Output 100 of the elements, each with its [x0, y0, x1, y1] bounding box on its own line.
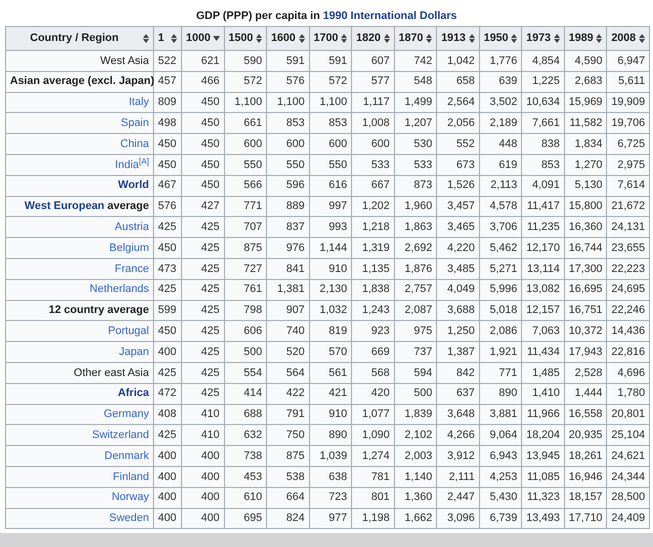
table-cell: 400	[182, 446, 224, 466]
column-header[interactable]: 1000	[182, 26, 224, 50]
table-cell: 695	[224, 508, 267, 529]
row-link[interactable]: Finland	[112, 470, 149, 483]
row-link[interactable]: Belgium	[109, 242, 149, 254]
table-cell: 538	[266, 466, 310, 488]
column-header[interactable]: 1913	[436, 26, 480, 50]
table-cell: 2,130	[309, 279, 352, 300]
row-link[interactable]: World	[118, 179, 149, 192]
sort-icon[interactable]	[256, 34, 262, 43]
row-link[interactable]: Austria	[114, 221, 149, 234]
sort-icon[interactable]	[468, 34, 475, 43]
table-cell: 5,271	[479, 258, 522, 280]
column-header[interactable]: 1600	[266, 26, 310, 50]
table-cell: 425	[182, 362, 224, 384]
table-cell: 13,114	[522, 258, 564, 280]
table-cell: 566	[224, 175, 267, 196]
table-cell: 425	[154, 362, 182, 384]
row-link[interactable]: China	[120, 138, 149, 150]
table-cell: 875	[224, 238, 267, 258]
table-cell: 400	[182, 508, 224, 529]
row-link[interactable]: Japan	[119, 346, 149, 358]
table-cell: 2,003	[394, 446, 437, 466]
table-cell: 18,261	[564, 446, 607, 466]
table-cell: 564	[266, 362, 310, 384]
table-cell: 742	[394, 50, 437, 72]
table-cell: 18,157	[564, 487, 607, 508]
column-header[interactable]: 1700	[309, 26, 352, 50]
table-cell: 577	[352, 71, 394, 92]
horizontal-scrollbar[interactable]	[0, 533, 653, 547]
table-cell: 16,695	[564, 279, 607, 300]
row-link[interactable]: Norway	[112, 491, 149, 504]
table-cell: 1,838	[352, 279, 394, 300]
row-label: 12 country average	[48, 304, 149, 316]
sort-icon[interactable]	[143, 34, 149, 43]
row-link[interactable]: Switzerland	[92, 428, 149, 441]
table-cell: 1,144	[309, 238, 352, 258]
row-link[interactable]: Denmark	[104, 450, 149, 462]
column-header[interactable]: 1500	[224, 26, 267, 50]
table-cell: 522	[154, 50, 182, 72]
table-cell: 2,113	[479, 175, 522, 196]
table-cell: 425	[182, 342, 224, 362]
row-link[interactable]: Italy	[128, 96, 149, 108]
sort-icon[interactable]	[298, 34, 305, 43]
table-cell: 400	[182, 487, 224, 508]
table-cell: 5,462	[479, 238, 522, 258]
table-cell: 520	[266, 342, 310, 362]
table-cell: 500	[224, 342, 267, 362]
table-cell: 594	[394, 362, 437, 384]
table-cell: 550	[224, 154, 267, 176]
table-cell: 619	[479, 154, 522, 176]
table-cell: 550	[309, 154, 352, 176]
column-header[interactable]: 1989	[564, 26, 607, 50]
table-cell: 2,111	[436, 466, 480, 488]
column-header[interactable]: 1973	[522, 26, 564, 50]
table-cell: 2,447	[436, 487, 480, 508]
row-link[interactable]: India$^{[A]}$	[115, 158, 149, 171]
table-cell: 420	[352, 383, 394, 404]
sort-icon[interactable]	[171, 34, 177, 43]
table-cell: 1,921	[479, 342, 522, 362]
row-link[interactable]: Germany	[104, 408, 149, 420]
column-header[interactable]: 1820	[352, 26, 394, 50]
table-cell: 591	[266, 50, 310, 72]
column-header[interactable]: 1870	[394, 26, 437, 50]
table-cell: 400	[154, 466, 182, 488]
column-header[interactable]: Country / Region	[6, 26, 154, 50]
row-link[interactable]: Portugal	[108, 325, 149, 337]
row-link[interactable]: Netherlands	[90, 283, 149, 296]
table-cell: 11,434	[522, 342, 564, 362]
sort-icon[interactable]	[596, 34, 602, 43]
sort-icon[interactable]	[426, 34, 432, 43]
table-cell: 2,683	[564, 71, 607, 92]
sort-icon[interactable]	[511, 34, 518, 43]
row-link[interactable]: West European	[24, 200, 104, 212]
column-header[interactable]: 1950	[479, 26, 522, 50]
table-cell: 1,198	[352, 508, 394, 529]
row-link[interactable]: Africa	[118, 387, 149, 400]
sort-icon[interactable]	[554, 34, 560, 43]
row-link[interactable]: France	[114, 262, 149, 275]
sort-icon[interactable]	[384, 34, 390, 43]
caption-link[interactable]: 1990 International Dollars	[323, 10, 457, 22]
sort-descending-icon[interactable]	[212, 36, 220, 41]
table-cell: 1,485	[522, 362, 564, 384]
column-header[interactable]: 1	[154, 26, 182, 50]
table-cell: 1,444	[564, 383, 607, 404]
row-link[interactable]: Spain	[120, 117, 149, 130]
sort-icon[interactable]	[639, 34, 645, 43]
table-cell: 425	[182, 279, 224, 300]
table-cell: 11,323	[522, 487, 564, 508]
table-cell: 801	[352, 487, 394, 508]
table-cell: 977	[309, 508, 352, 529]
sort-icon[interactable]	[341, 34, 348, 43]
table-cell: 425	[154, 279, 182, 300]
table-cell: 1,274	[352, 446, 394, 466]
table-cell: 400	[154, 342, 182, 362]
table-cell: 600	[224, 134, 267, 154]
column-header[interactable]: 2008	[606, 26, 650, 50]
table-cell: 421	[309, 383, 352, 404]
table-cell: 4,696	[606, 362, 650, 384]
row-link[interactable]: Sweden	[109, 512, 149, 524]
